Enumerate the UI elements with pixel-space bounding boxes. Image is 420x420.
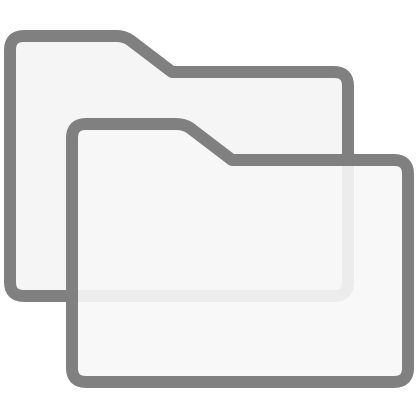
- front-folder-icon: [66, 118, 414, 388]
- icon-canvas: [0, 0, 420, 420]
- folders-icon: [4, 30, 414, 388]
